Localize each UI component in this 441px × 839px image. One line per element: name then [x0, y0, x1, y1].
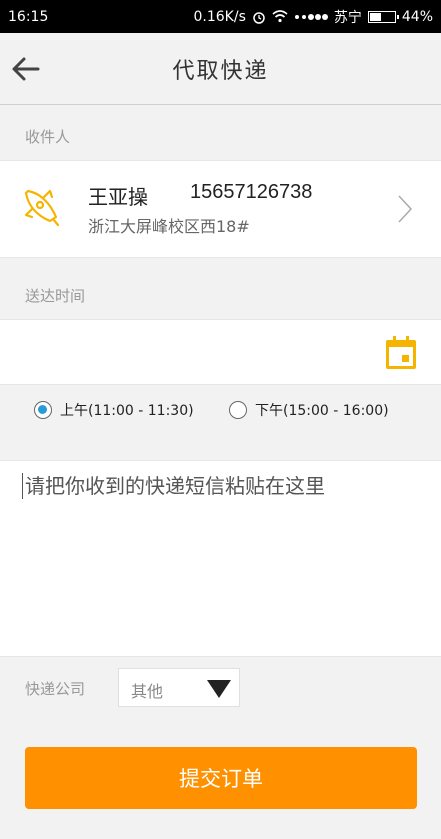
- calendar-icon[interactable]: [385, 336, 417, 370]
- time-slot-morning-label: 上午(11:00 - 11:30): [60, 403, 194, 419]
- status-bar: 16:15 0.16K/s 苏宁 44%: [0, 0, 441, 33]
- recipient-phone: 15657126738: [190, 181, 313, 203]
- wifi-icon: [272, 10, 288, 23]
- submit-order-button[interactable]: 提交订单: [25, 747, 417, 809]
- signal-icon: [294, 13, 328, 20]
- time-slot-morning[interactable]: 上午(11:00 - 11:30): [34, 400, 194, 420]
- alarm-icon: [253, 11, 265, 24]
- carrier-name: 苏宁: [333, 9, 362, 26]
- battery-icon: [367, 10, 399, 23]
- page-title: 代取快递: [172, 59, 269, 84]
- chevron-right-icon: [398, 195, 413, 223]
- time-slot-afternoon-label: 下午(15:00 - 16:00): [255, 403, 389, 419]
- sms-input[interactable]: 请把你收到的快递短信粘贴在这里: [0, 460, 441, 657]
- submit-order-label: 提交订单: [179, 767, 263, 791]
- courier-company-value: 其他: [131, 682, 164, 701]
- time-slot-options: 上午(11:00 - 11:30) 下午(15:00 - 16:00): [0, 384, 441, 439]
- battery-level: [369, 12, 381, 21]
- dropdown-arrow-icon: [207, 680, 231, 698]
- sms-input-placeholder: 请把你收到的快递短信粘贴在这里: [22, 473, 421, 499]
- title-bar: 代取快递: [0, 33, 441, 105]
- delivery-time-section-label: 送达时间: [25, 287, 86, 305]
- time-slot-afternoon[interactable]: 下午(15:00 - 16:00): [229, 400, 389, 420]
- radio-selected-icon[interactable]: [34, 401, 52, 419]
- courier-company-select[interactable]: 其他: [118, 668, 240, 707]
- rocket-icon: [24, 189, 60, 227]
- recipient-name: 王亚操: [88, 185, 148, 209]
- battery-percent: 44%: [401, 8, 433, 25]
- recipient-address: 浙江大屏峰校区西18#: [88, 217, 250, 236]
- recipient-card[interactable]: 王亚操 15657126738 浙江大屏峰校区西18#: [0, 160, 441, 258]
- courier-company-label: 快递公司: [25, 680, 86, 698]
- status-time: 16:15: [8, 8, 49, 25]
- recipient-section-label: 收件人: [25, 128, 71, 146]
- network-speed: 0.16K/s: [193, 8, 246, 25]
- radio-unselected-icon[interactable]: [229, 401, 247, 419]
- status-right: 0.16K/s 苏宁 44%: [194, 7, 434, 27]
- date-picker-row[interactable]: [0, 319, 441, 385]
